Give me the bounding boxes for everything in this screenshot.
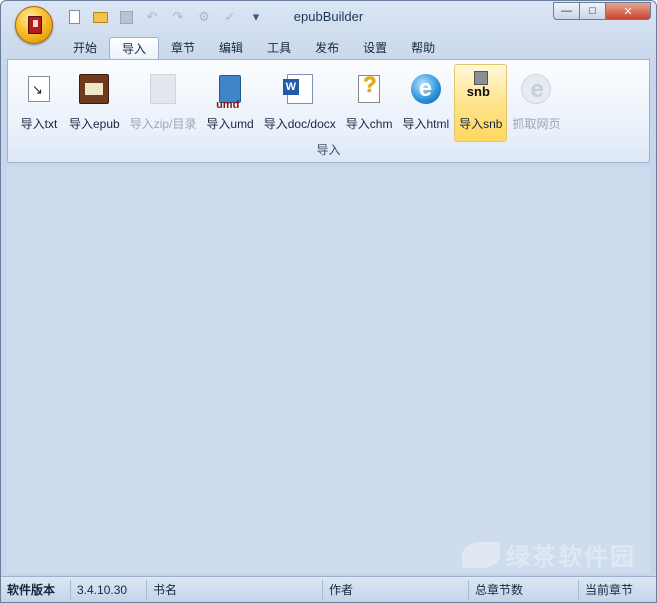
import-txt-icon [28,76,50,102]
umd-icon-text: umd [216,99,240,111]
app-menu-button[interactable] [15,6,53,44]
ribbon-group-import: 导入txt 导入epub 导入zip/目录 umd 导入umd 导入doc/do… [14,64,566,144]
import-doc-icon [282,74,313,104]
tab-publish[interactable]: 发布 [303,37,351,60]
import-umd-button[interactable]: umd 导入umd [201,64,258,142]
import-txt-button[interactable]: 导入txt [14,64,64,142]
import-epub-button[interactable]: 导入epub [64,64,125,142]
import-doc-label: 导入doc/docx [263,117,336,131]
title-bar: ↶ ↷ ⚙ ✓ ▾ epubBuilder — □ ✕ [1,1,656,44]
current-chapter-label: 当前章节 [585,582,634,597]
import-snb-icon: snb [461,71,501,107]
import-snb-label: 导入snb [459,117,503,131]
import-zip-button[interactable]: 导入zip/目录 [125,64,202,142]
import-html-icon [410,74,441,104]
tab-chapters[interactable]: 章节 [159,37,207,60]
import-doc-button[interactable]: 导入doc/docx [259,64,341,142]
maximize-button[interactable]: □ [579,2,606,20]
version-label: 软件版本 [1,579,71,600]
status-bar: 软件版本 3.4.10.30 书名 作者 总章节数 当前章节 [1,576,656,602]
import-epub-label: 导入epub [69,117,120,131]
window-controls: — □ ✕ [553,2,651,20]
tab-settings[interactable]: 设置 [351,37,399,60]
import-snb-button[interactable]: snb 导入snb [454,64,508,142]
import-html-button[interactable]: 导入html [397,64,454,142]
tab-tools[interactable]: 工具 [255,37,303,60]
grab-webpage-label: 抓取网页 [512,117,561,131]
import-chm-icon [358,72,381,103]
watermark-text: 绿茶软件园 [506,544,636,571]
grab-webpage-icon [521,74,552,104]
tab-import[interactable]: 导入 [109,37,160,60]
tab-start[interactable]: 开始 [61,37,109,60]
ribbon-tabs: 开始 导入 章节 编辑 工具 发布 设置 帮助 [61,37,447,60]
app-logo-icon [28,16,42,34]
import-chm-label: 导入chm [345,117,393,131]
author-label: 作者 [323,579,469,600]
app-window: ↶ ↷ ⚙ ✓ ▾ epubBuilder — □ ✕ 开始 导入 章节 编辑 … [0,0,657,603]
book-title-label: 书名 [147,579,323,600]
import-epub-icon [79,74,110,104]
tab-help[interactable]: 帮助 [399,37,447,60]
tab-edit[interactable]: 编辑 [207,37,255,60]
grab-webpage-button[interactable]: 抓取网页 [507,64,565,142]
import-umd-label: 导入umd [206,117,254,131]
import-zip-label: 导入zip/目录 [129,117,197,131]
ribbon-panel: 导入txt 导入epub 导入zip/目录 umd 导入umd 导入doc/do… [7,59,650,163]
close-button[interactable]: ✕ [605,2,651,20]
import-txt-label: 导入txt [20,117,58,131]
watermark-logo-icon [462,541,500,568]
import-html-label: 导入html [402,117,450,131]
snb-icon-text: snb [466,84,490,99]
import-chm-button[interactable]: 导入chm [341,64,398,142]
chapter-count-label: 总章节数 [469,579,579,600]
main-workspace[interactable] [7,167,650,573]
watermark: 绿茶软件园 [462,537,636,572]
minimize-button[interactable]: — [553,2,580,20]
version-value: 3.4.10.30 [71,579,147,600]
ribbon-group-label: 导入 [316,143,341,157]
import-zip-icon [150,74,177,104]
